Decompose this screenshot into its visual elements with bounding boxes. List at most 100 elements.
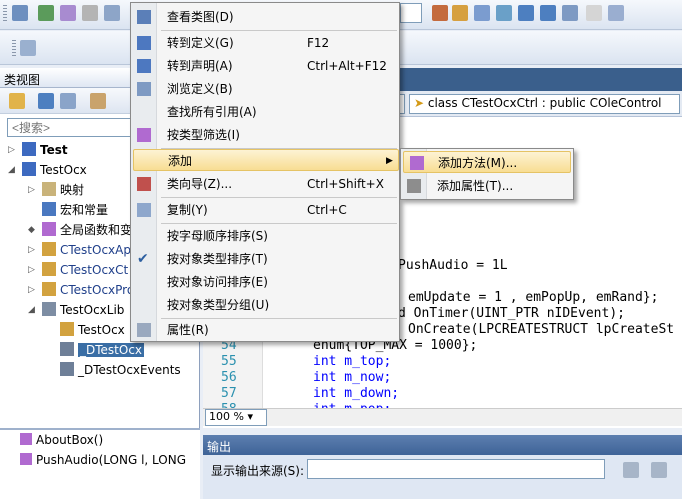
expand-icon[interactable]: ◆ (28, 220, 35, 240)
menu-item-sort-alphabetically[interactable]: 按字母顺序排序(S) (131, 225, 399, 247)
zoom-combo[interactable]: 100 % ▾ (205, 409, 267, 426)
submenu-arrow-icon: ▶ (386, 156, 393, 166)
menu-item-group-by-type[interactable]: 按对象类型分组(U) (131, 294, 399, 316)
tree-item-macros[interactable]: 宏和常量 (42, 200, 108, 220)
tree-item-testocx[interactable]: ◢ TestOcx (8, 160, 87, 180)
class-combo[interactable]: ➤ class CTestOcxCtrl : public COleContro… (409, 94, 680, 114)
member-item[interactable]: PushAudio(LONG l, LONG (20, 450, 186, 470)
collapse-icon[interactable]: ◢ (8, 160, 15, 180)
checkmark-icon: ✔ (137, 251, 149, 267)
menu-item-filter-by-type[interactable]: 按类型筛选(I) (131, 124, 399, 146)
class-icon (42, 242, 56, 256)
menu-item-add-property[interactable]: 添加属性(T)... (401, 175, 573, 197)
comment-icon[interactable] (20, 40, 36, 56)
menu-item-add[interactable]: 添加 ▶ (133, 149, 399, 171)
go-to-declaration-icon (137, 59, 151, 73)
tree-item-testocxlib[interactable]: ◢ TestOcxLib (28, 300, 124, 320)
settings-icon[interactable] (90, 93, 106, 109)
project-icon (22, 162, 36, 176)
output-source-label: 显示输出来源(S): (211, 464, 305, 478)
menu-item-go-to-definition[interactable]: 转到定义(G) F12 (131, 32, 399, 54)
spell-check-icon[interactable] (586, 5, 602, 21)
tree-item-dtestocxevents[interactable]: _DTestOcxEvents (60, 360, 181, 380)
menu-item-add-method[interactable]: 添加方法(M)... (403, 151, 571, 173)
menu-item-properties[interactable]: 属性(R) (131, 319, 399, 341)
class-wizard-icon (137, 177, 151, 191)
browse-definition-icon (137, 82, 151, 96)
interface-icon (60, 362, 74, 376)
add-property-icon (407, 179, 421, 193)
object-browser-icon[interactable] (562, 5, 578, 21)
coclass-icon (60, 322, 74, 336)
back-icon[interactable] (38, 93, 54, 109)
method-icon (20, 433, 32, 445)
menu-item-go-to-declaration[interactable]: 转到声明(A) Ctrl+Alt+F12 (131, 55, 399, 77)
word-wrap-icon[interactable] (651, 462, 667, 478)
tree-item-maps[interactable]: ▷ 映射 (28, 180, 84, 200)
tree-item-ctestocxctrl[interactable]: ▷ CTestOcxCt (28, 260, 128, 280)
expand-icon[interactable]: ▷ (28, 260, 35, 280)
context-menu: 查看类图(D) 转到定义(G) F12 转到声明(A) Ctrl+Alt+F12… (130, 2, 400, 342)
menu-separator (161, 223, 397, 224)
menu-item-class-wizard[interactable]: 类向导(Z)... Ctrl+Shift+X (131, 173, 399, 195)
new-folder-icon[interactable] (9, 93, 25, 109)
code-line[interactable]: PushAudio = 1L (398, 258, 508, 274)
code-line[interactable]: int m_now; (313, 370, 391, 386)
step-icon[interactable] (38, 5, 54, 21)
expand-icon[interactable]: ▷ (28, 180, 35, 200)
tree-item-test[interactable]: ▷ Test (8, 140, 68, 160)
new-window-icon[interactable] (608, 5, 624, 21)
class-icon (42, 282, 56, 296)
code-line[interactable]: int m_down; (313, 386, 399, 402)
config-combo[interactable] (400, 3, 422, 23)
toolbox-icon[interactable] (496, 5, 512, 21)
format-icon[interactable] (60, 5, 76, 21)
menu-item-copy[interactable]: 复制(Y) Ctrl+C (131, 199, 399, 221)
add-submenu: 添加方法(M)... 添加属性(T)... (400, 148, 574, 200)
output-source-combo[interactable] (307, 459, 605, 479)
copy-icon (137, 203, 151, 217)
menu-separator (161, 30, 397, 31)
output-title: 输出 (203, 435, 682, 455)
menu-item-browse-definition[interactable]: 浏览定义(B) (131, 78, 399, 100)
menu-item-sort-by-access[interactable]: 按对象访问排序(E) (131, 271, 399, 293)
properties-icon[interactable] (474, 5, 490, 21)
tree-item-testocx-coclass[interactable]: TestOcx (60, 320, 125, 340)
find-icon[interactable] (432, 5, 448, 21)
toolbar-grip[interactable] (3, 5, 7, 21)
output-panel: 输出 显示输出来源(S): (203, 435, 682, 499)
clear-output-icon[interactable] (623, 462, 639, 478)
expand-icon[interactable]: ▷ (28, 280, 35, 300)
member-item[interactable]: AboutBox() (20, 430, 103, 450)
expand-icon[interactable]: ▷ (28, 240, 35, 260)
menu-item-find-all-references[interactable]: 查找所有引用(A) (131, 101, 399, 123)
code-line[interactable]: OnCreate(LPCREATESTRUCT lpCreateSt (408, 322, 674, 338)
forward-icon[interactable] (60, 93, 76, 109)
tree-item-ctestocxapp[interactable]: ▷ CTestOcxAp (28, 240, 131, 260)
solution-icon[interactable] (452, 5, 468, 21)
tree-item-dtestocx[interactable]: _DTestOcx (60, 340, 145, 360)
expand-icon[interactable]: ▷ (8, 140, 15, 160)
collapse-icon[interactable]: ◢ (28, 300, 35, 320)
back-icon[interactable] (518, 5, 534, 21)
macro-icon (42, 202, 56, 216)
map-icon (42, 182, 56, 196)
forward-icon[interactable] (540, 5, 556, 21)
method-icon (20, 453, 32, 465)
font-icon[interactable] (82, 5, 98, 21)
toolbar-grip[interactable] (12, 40, 16, 56)
tree-item-ctestocxpropage[interactable]: ▷ CTestOcxPro (28, 280, 134, 300)
tree-item-globals[interactable]: ◆ 全局函数和变 (28, 220, 132, 240)
add-method-icon (410, 156, 424, 170)
zoom-bar: 100 % ▾ (203, 408, 682, 426)
menu-item-view-class-diagram[interactable]: 查看类图(D) (131, 6, 399, 28)
indent-icon[interactable] (104, 5, 120, 21)
code-line[interactable]: int m_top; (313, 354, 391, 370)
solution-icon (22, 142, 36, 156)
debug-icon[interactable] (12, 5, 28, 21)
code-line[interactable]: d OnTimer(UINT_PTR nIDEvent); (398, 306, 625, 322)
filter-icon (137, 128, 151, 142)
code-line[interactable]: emUpdate = 1 , emPopUp, emRand}; (408, 290, 658, 306)
menu-item-sort-by-type[interactable]: ✔ 按对象类型排序(T) (131, 248, 399, 270)
line-number: 56 (221, 370, 237, 385)
